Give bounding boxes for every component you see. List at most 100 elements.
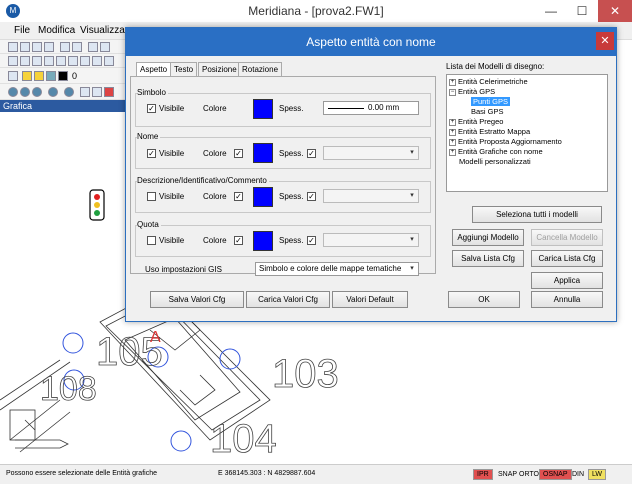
ok-button[interactable]: OK [448, 291, 520, 308]
rectangle-icon[interactable] [44, 56, 54, 66]
status-din-toggle[interactable]: DIN [568, 469, 588, 480]
snap-intersection-icon[interactable] [64, 87, 74, 97]
tab-rotazione[interactable]: Rotazione [238, 62, 283, 76]
layers-icon[interactable] [8, 71, 18, 81]
quota-colore-checkbox[interactable]: ✓ [234, 236, 243, 245]
descrizione-colore-checkbox[interactable]: ✓ [234, 192, 243, 201]
add-model-button[interactable]: Aggiungi Modello [452, 229, 524, 246]
expand-icon[interactable]: + [449, 78, 456, 86]
circle-icon[interactable] [56, 56, 66, 66]
snap-endpoint-icon[interactable] [8, 87, 18, 97]
descrizione-color-swatch[interactable] [253, 187, 273, 207]
dialog-close-button[interactable]: ✕ [596, 32, 614, 50]
lock-icon[interactable] [46, 71, 56, 81]
line-icon[interactable] [80, 56, 90, 66]
save-list-button[interactable]: Salva Lista Cfg [452, 250, 524, 267]
pan-icon[interactable] [92, 87, 102, 97]
zoom-icon[interactable] [80, 87, 90, 97]
layer-color-icon[interactable] [58, 71, 68, 81]
descrizione-spess-checkbox[interactable]: ✓ [307, 192, 316, 201]
cancel-button[interactable]: Annulla [531, 291, 603, 308]
polyline-icon[interactable] [92, 56, 102, 66]
tree-item-estratto-mappa[interactable]: + Entità Estratto Mappa [449, 127, 530, 137]
chevron-down-icon: ▾ [410, 265, 414, 272]
square-icon[interactable] [68, 56, 78, 66]
quota-spess-select[interactable]: ▾ [323, 233, 419, 247]
menu-visualizza[interactable]: Visualizza [80, 25, 125, 36]
save-as-icon[interactable] [44, 42, 54, 52]
stop-icon[interactable] [104, 87, 114, 97]
snap-center-icon[interactable] [32, 87, 42, 97]
copy-icon[interactable] [88, 42, 98, 52]
simbolo-spess-select[interactable]: 0.00 mm [323, 101, 419, 115]
label-108: 108 [40, 370, 97, 408]
simbolo-color-swatch[interactable] [253, 99, 273, 119]
lightbulb-icon[interactable] [22, 71, 32, 81]
nome-visibile-checkbox[interactable]: ✓ [147, 149, 156, 158]
expand-icon[interactable]: + [449, 118, 456, 126]
quota-colore-label: Colore [203, 236, 227, 245]
tab-posizione[interactable]: Posizione [198, 62, 241, 76]
new-icon[interactable] [8, 42, 18, 52]
tree-item-grafiche[interactable]: + Entità Grafiche con nome [449, 147, 543, 157]
status-message: Possono essere selezionate delle Entità … [6, 470, 157, 477]
quota-spess-checkbox[interactable]: ✓ [307, 236, 316, 245]
tree-item-celerimetriche[interactable]: + Entità Celerimetriche [449, 77, 528, 87]
maximize-button[interactable]: ☐ [567, 0, 597, 22]
quota-visibile-checkbox[interactable] [147, 236, 156, 245]
status-ipr-toggle[interactable]: IPR [473, 469, 493, 480]
arc-icon[interactable] [104, 56, 114, 66]
status-lw-toggle[interactable]: LW [588, 469, 606, 480]
nome-color-swatch[interactable] [253, 143, 273, 163]
open-icon[interactable] [20, 42, 30, 52]
tree-item-pregeo[interactable]: + Entità Pregeo [449, 117, 503, 127]
menu-modifica[interactable]: Modifica [38, 25, 75, 36]
save-icon[interactable] [32, 42, 42, 52]
pencil-icon[interactable] [8, 56, 18, 66]
save-values-button[interactable]: Salva Valori Cfg [150, 291, 244, 308]
tree-item-gps[interactable]: − Entità GPS [449, 87, 495, 97]
load-list-button[interactable]: Carica Lista Cfg [531, 250, 603, 267]
quota-color-swatch[interactable] [253, 231, 273, 251]
preview-icon[interactable] [72, 42, 82, 52]
expand-icon[interactable]: + [449, 138, 456, 146]
gis-select[interactable]: Simbolo e colore delle mappe tematiche ▾ [255, 262, 419, 276]
tree-item-label: Entità Proposta Aggiornamento [458, 137, 562, 146]
nome-colore-checkbox[interactable]: ✓ [234, 149, 243, 158]
nome-spess-checkbox[interactable]: ✓ [307, 149, 316, 158]
apply-button[interactable]: Applica [531, 272, 603, 289]
nome-colore-label: Colore [203, 149, 227, 158]
print-icon[interactable] [60, 42, 70, 52]
models-tree[interactable]: + Entità Celerimetriche − Entità GPS Punti… [446, 74, 608, 192]
sun-icon[interactable] [34, 71, 44, 81]
grafica-tab[interactable]: Grafica [0, 100, 125, 112]
select-all-models-button[interactable]: Seleziona tutti i modelli [472, 206, 602, 223]
tab-testo[interactable]: Testo [170, 62, 198, 76]
status-osnap-toggle[interactable]: OSNAP [539, 469, 572, 480]
descrizione-visibile-checkbox[interactable] [147, 192, 156, 201]
nome-spess-select[interactable]: ▾ [323, 146, 419, 160]
tree-item-basi-gps[interactable]: Basi GPS [471, 107, 504, 117]
tree-item-label: Entità Estratto Mappa [458, 127, 531, 136]
minimize-button[interactable]: — [536, 0, 566, 22]
descrizione-spess-select[interactable]: ▾ [323, 189, 419, 203]
simbolo-visibile-checkbox[interactable]: ✓ [147, 104, 156, 113]
layer-name[interactable]: 0 [72, 71, 77, 81]
paste-icon[interactable] [100, 42, 110, 52]
tree-item-personalizzati[interactable]: Modelli personalizzati [459, 157, 531, 167]
tree-item-punti-gps[interactable]: Punti GPS [471, 97, 511, 107]
rotate-icon[interactable] [32, 56, 42, 66]
snap-midpoint-icon[interactable] [20, 87, 30, 97]
collapse-icon[interactable]: − [449, 88, 456, 96]
menu-file[interactable]: File [14, 25, 30, 36]
load-values-button[interactable]: Carica Valori Cfg [246, 291, 330, 308]
expand-icon[interactable]: + [449, 128, 456, 136]
close-button[interactable]: ✕ [598, 0, 632, 22]
tree-item-proposta[interactable]: + Entità Proposta Aggiornamento [449, 137, 562, 147]
expand-icon[interactable]: + [449, 148, 456, 156]
snap-node-icon[interactable] [48, 87, 58, 97]
tab-aspetto[interactable]: Aspetto [136, 62, 172, 77]
default-values-button[interactable]: Valori Default [332, 291, 408, 308]
move-icon[interactable] [20, 56, 30, 66]
delete-model-button[interactable]: Cancella Modello [531, 229, 603, 246]
